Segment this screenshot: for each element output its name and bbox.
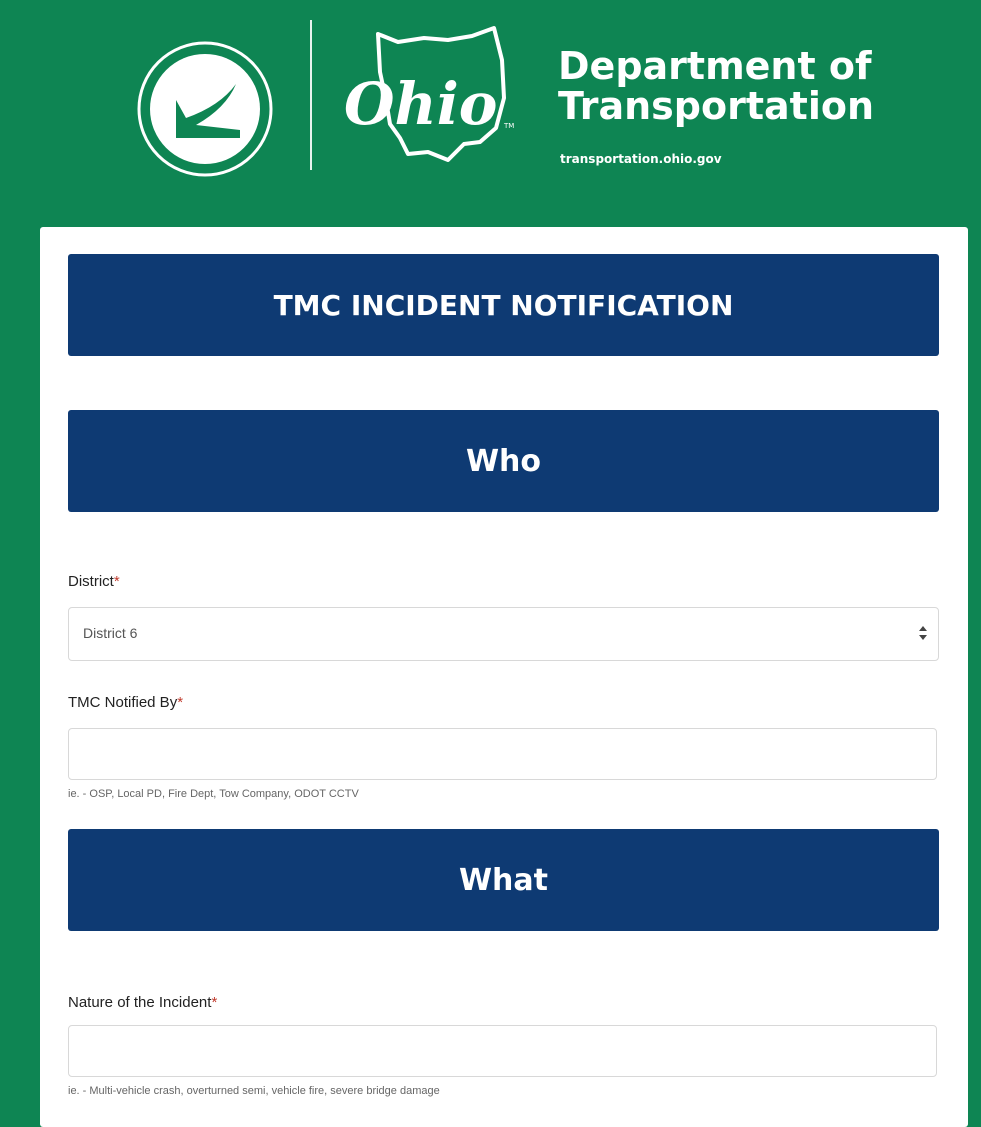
notified-by-input[interactable] [68, 728, 937, 780]
department-url: transportation.ohio.gov [560, 152, 722, 166]
district-select-value: District 6 [83, 625, 138, 641]
required-asterisk: * [177, 694, 184, 711]
department-title-line1: Department of [558, 44, 872, 88]
header-divider [310, 20, 312, 170]
nature-label-text: Nature of the Incident [68, 994, 212, 1011]
odot-circle-logo [137, 41, 273, 177]
district-select[interactable]: District 6 [68, 607, 939, 661]
ohio-wordmark: Ohio [344, 70, 497, 138]
nature-label: Nature of the Incident* [68, 994, 217, 1011]
district-label: District* [68, 573, 120, 590]
department-title: Department of Transportation [558, 46, 874, 126]
notified-by-label: TMC Notified By* [68, 694, 183, 711]
incident-form-card: TMC INCIDENT NOTIFICATION Who District* … [40, 227, 968, 1127]
notified-by-label-text: TMC Notified By [68, 694, 178, 711]
form-title-banner: TMC INCIDENT NOTIFICATION [68, 254, 939, 356]
department-title-line2: Transportation [558, 84, 875, 128]
ohio-state-outline-logo: Ohio TM [344, 26, 514, 162]
nature-input[interactable] [68, 1025, 937, 1077]
notified-by-hint: ie. - OSP, Local PD, Fire Dept, Tow Comp… [68, 788, 359, 800]
select-arrows-icon [919, 626, 927, 640]
district-label-text: District [68, 573, 114, 590]
who-section-banner: Who [68, 410, 939, 512]
site-header: Ohio TM Department of Transportation tra… [0, 0, 981, 225]
trademark-mark: TM [503, 122, 514, 130]
nature-hint: ie. - Multi-vehicle crash, overturned se… [68, 1085, 440, 1097]
what-section-banner: What [68, 829, 939, 931]
svg-text:Ohio: Ohio [344, 70, 497, 138]
required-asterisk: * [211, 994, 218, 1011]
svg-text:TM: TM [503, 122, 514, 130]
required-asterisk: * [113, 573, 120, 590]
